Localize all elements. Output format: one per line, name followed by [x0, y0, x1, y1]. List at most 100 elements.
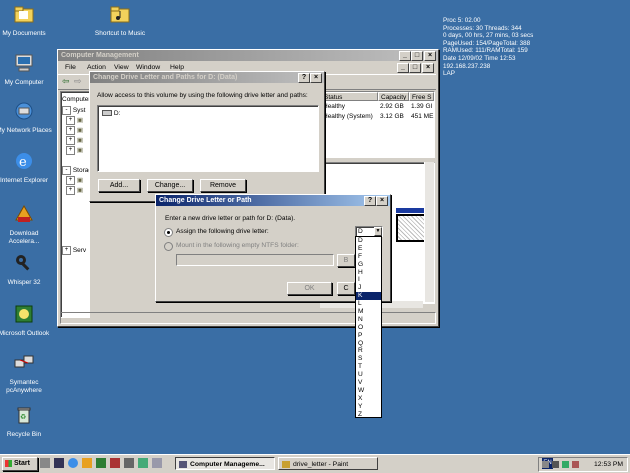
drive-letter-option[interactable]: O: [356, 324, 381, 332]
task-button-paint[interactable]: drive_letter - Paint: [278, 457, 378, 470]
expand-icon[interactable]: +: [66, 126, 75, 135]
desktop-icon-shortcut-music[interactable]: Shortcut to Music: [90, 3, 150, 38]
desktop-icon-outlook[interactable]: Microsoft Outlook: [0, 303, 54, 338]
expand-icon[interactable]: +: [62, 246, 71, 255]
drive-letter-option[interactable]: V: [356, 379, 381, 387]
forward-arrow-icon[interactable]: ⇨: [74, 76, 82, 87]
tree-expand[interactable]: + ▣: [66, 116, 83, 125]
drive-letter-option[interactable]: J: [356, 284, 381, 292]
expand-icon[interactable]: -: [62, 166, 71, 175]
desktop-icon-my-documents[interactable]: My Documents: [0, 3, 54, 38]
cancel-button[interactable]: C: [337, 282, 355, 295]
minimize-button[interactable]: _: [399, 51, 411, 61]
mdi-restore-button[interactable]: □: [409, 63, 421, 73]
paths-dialog-title-bar[interactable]: Change Drive Letter and Paths for D: (Da…: [90, 72, 324, 83]
mdi-minimize-button[interactable]: _: [397, 63, 409, 73]
expand-icon[interactable]: +: [66, 176, 75, 185]
change-button[interactable]: Change...: [147, 179, 193, 192]
drive-letter-option[interactable]: P: [356, 332, 381, 340]
tree-expand[interactable]: + ▣: [66, 186, 83, 195]
desktop-icon-my-computer[interactable]: My Computer: [0, 52, 54, 87]
cm-title-bar[interactable]: Computer Management _ □ ×: [58, 50, 438, 61]
quick-launch-icon[interactable]: [110, 458, 120, 468]
quick-launch-icon[interactable]: [82, 458, 92, 468]
desktop-icon-pcanywhere[interactable]: Symantec pcAnywhere: [0, 352, 54, 395]
expand-icon[interactable]: -: [62, 106, 71, 115]
quick-launch-icon[interactable]: [124, 458, 134, 468]
column-capacity[interactable]: Capacity: [378, 92, 409, 101]
tree-item-computer[interactable]: Computer: [62, 96, 91, 103]
drive-letter-option[interactable]: D: [356, 237, 381, 245]
close-button[interactable]: ×: [424, 51, 436, 61]
tray-icon[interactable]: [552, 461, 559, 468]
expand-icon[interactable]: +: [66, 186, 75, 195]
drive-letter-option[interactable]: Q: [356, 340, 381, 348]
row-capacity[interactable]: 2.92 GB: [380, 103, 404, 110]
drive-letter-option[interactable]: M: [356, 308, 381, 316]
cm-vertical-scrollbar[interactable]: [424, 162, 434, 302]
remove-button[interactable]: Remove: [200, 179, 246, 192]
back-arrow-icon[interactable]: ⇦: [62, 76, 70, 87]
maximize-button[interactable]: □: [411, 51, 423, 61]
drive-letter-option[interactable]: G: [356, 261, 381, 269]
desktop-icon-download-accelerator[interactable]: Download Accelera...: [0, 203, 54, 246]
drive-letter-option[interactable]: U: [356, 371, 381, 379]
quick-launch-icon[interactable]: [96, 458, 106, 468]
paths-list-item-d[interactable]: D:: [102, 110, 120, 117]
row-status[interactable]: Healthy (System): [323, 113, 373, 120]
drive-letter-option[interactable]: L: [356, 300, 381, 308]
quick-launch-icon[interactable]: [138, 458, 148, 468]
tray-icon[interactable]: [542, 461, 549, 468]
desktop-icon-recycle-bin[interactable]: ♻ Recycle Bin: [0, 404, 54, 439]
desktop-icon-network-places[interactable]: My Network Places: [0, 100, 54, 135]
drive-letter-option[interactable]: K: [356, 292, 381, 301]
help-button[interactable]: ?: [298, 73, 310, 83]
close-button[interactable]: ×: [310, 73, 322, 83]
start-button[interactable]: Start: [2, 457, 38, 471]
drive-letter-option[interactable]: I: [356, 276, 381, 284]
mount-folder-input[interactable]: [176, 254, 334, 266]
browse-button[interactable]: B: [337, 254, 355, 267]
task-button-computer-management[interactable]: Computer Manageme...: [175, 457, 275, 470]
drive-letter-option[interactable]: Z: [356, 411, 381, 419]
drive-letter-option[interactable]: F: [356, 253, 381, 261]
change-dialog-title-bar[interactable]: Change Drive Letter or Path ? ×: [156, 195, 390, 206]
help-button[interactable]: ?: [364, 196, 376, 206]
tree-expand[interactable]: + ▣: [66, 176, 83, 185]
add-button[interactable]: Add...: [98, 179, 140, 192]
desktop-icon-whisper[interactable]: Whisper 32: [0, 252, 54, 287]
close-button[interactable]: ×: [376, 196, 388, 206]
drive-letter-option[interactable]: T: [356, 363, 381, 371]
quick-launch-icon[interactable]: [40, 458, 50, 468]
tray-icon[interactable]: [572, 461, 579, 468]
column-status[interactable]: Status: [321, 92, 378, 101]
column-free-space[interactable]: Free S: [409, 92, 434, 101]
drive-letter-option[interactable]: E: [356, 245, 381, 253]
drive-letter-option[interactable]: W: [356, 387, 381, 395]
drive-letter-option[interactable]: X: [356, 395, 381, 403]
drive-letter-option[interactable]: Y: [356, 403, 381, 411]
tree-expand[interactable]: + ▣: [66, 146, 83, 155]
drive-letter-option[interactable]: N: [356, 316, 381, 324]
tree-item-system-tools[interactable]: - Syst: [62, 106, 85, 115]
clock[interactable]: 12:53 PM: [594, 458, 623, 471]
expand-icon[interactable]: +: [66, 116, 75, 125]
tree-expand[interactable]: + ▣: [66, 126, 83, 135]
drive-letter-option[interactable]: S: [356, 355, 381, 363]
quick-launch-icon[interactable]: [54, 458, 64, 468]
drive-letter-option[interactable]: R: [356, 347, 381, 355]
desktop-icon-internet-explorer[interactable]: e Internet Explorer: [0, 150, 54, 185]
drive-letter-option[interactable]: H: [356, 269, 381, 277]
tree-item-services[interactable]: + Serv: [62, 246, 86, 255]
mdi-close-button[interactable]: ×: [422, 63, 434, 73]
row-free[interactable]: 1.39 GI: [411, 103, 432, 110]
row-status[interactable]: Healthy: [323, 103, 345, 110]
mount-folder-radio[interactable]: [164, 242, 173, 251]
expand-icon[interactable]: +: [66, 146, 75, 155]
tree-expand[interactable]: + ▣: [66, 136, 83, 145]
ok-button[interactable]: OK: [287, 282, 332, 295]
quick-launch-icon[interactable]: [152, 458, 162, 468]
expand-icon[interactable]: +: [66, 136, 75, 145]
tray-icon[interactable]: [562, 461, 569, 468]
row-capacity[interactable]: 3.12 GB: [380, 113, 404, 120]
